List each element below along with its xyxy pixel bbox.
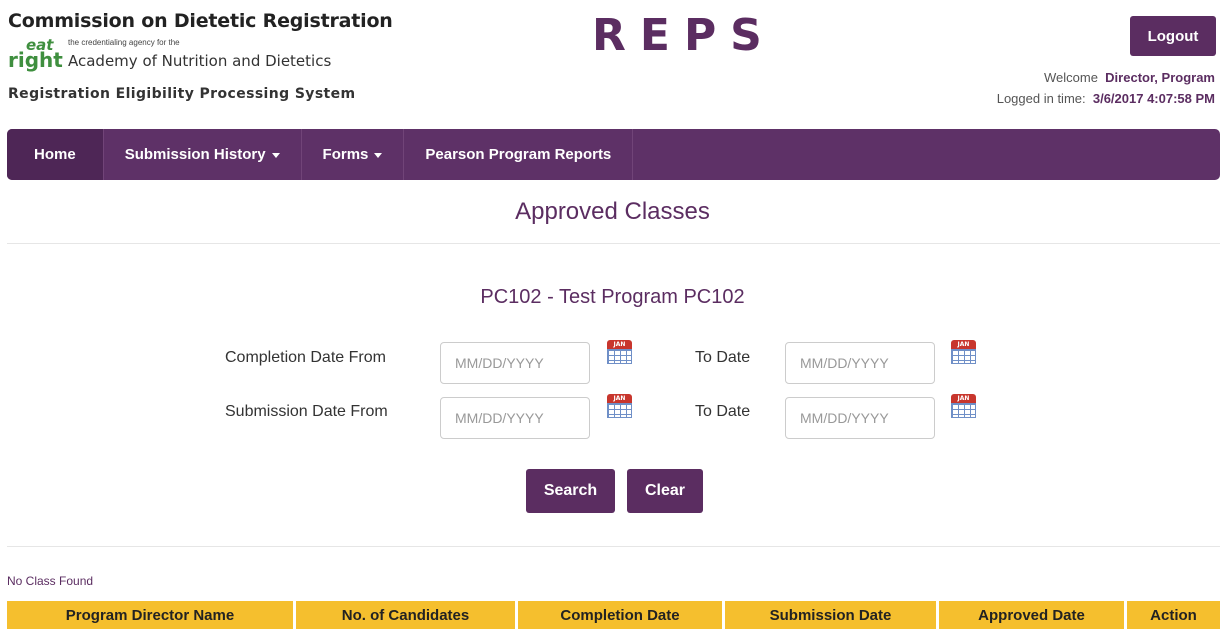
completion-date-from-label: Completion Date From	[225, 349, 386, 366]
caret-down-icon	[374, 153, 383, 158]
submission-date-to-input[interactable]	[785, 397, 935, 439]
eatright-logo: eat right the credentialing agency for t…	[8, 36, 388, 72]
calendar-icon[interactable]: JAN	[951, 340, 976, 364]
main-nav: Home Submission History Forms Pearson Pr…	[7, 129, 1220, 180]
welcome-prefix: Welcome	[1043, 70, 1098, 85]
welcome-text: Welcome Director, Program	[1044, 70, 1215, 85]
column-header-submission-date[interactable]: Submission Date	[725, 601, 939, 629]
nav-home-label: Home	[34, 146, 76, 163]
submission-to-date-label: To Date	[695, 403, 751, 420]
org-title: Commission on Dietetic Registration	[8, 10, 393, 32]
column-header-approved-date[interactable]: Approved Date	[939, 601, 1127, 629]
search-button[interactable]: Search	[526, 469, 615, 513]
calendar-grid	[607, 349, 632, 364]
logo-right-text: right	[8, 48, 63, 72]
calendar-icon[interactable]: JAN	[607, 340, 632, 364]
logo-tagline: the credentialing agency for the	[68, 38, 180, 47]
nav-forms[interactable]: Forms	[302, 129, 405, 180]
calendar-grid	[607, 403, 632, 418]
nav-home[interactable]: Home	[7, 129, 104, 180]
calendar-grid	[951, 403, 976, 418]
calendar-month-text: JAN	[951, 394, 976, 403]
calendar-grid	[951, 349, 976, 364]
divider	[7, 546, 1220, 547]
logo-academy: Academy of Nutrition and Dietetics	[68, 52, 332, 70]
no-class-message: No Class Found	[7, 574, 94, 588]
page-title: Approved Classes	[515, 198, 710, 225]
column-header-completion-date[interactable]: Completion Date	[518, 601, 725, 629]
header: Commission on Dietetic Registration eat …	[0, 0, 1225, 125]
completion-date-to-input[interactable]	[785, 342, 935, 384]
submission-date-from-input[interactable]	[440, 397, 590, 439]
app-title: REPS	[592, 10, 776, 61]
logged-prefix: Logged in time:	[996, 91, 1086, 106]
system-name: Registration Eligibility Processing Syst…	[8, 86, 356, 102]
calendar-month-text: JAN	[607, 394, 632, 403]
calendar-month-text: JAN	[951, 340, 976, 349]
user-name: Director, Program	[1105, 70, 1215, 85]
logout-button[interactable]: Logout	[1130, 16, 1216, 56]
completion-date-from-input[interactable]	[440, 342, 590, 384]
logged-in-time: Logged in time: 3/6/2017 4:07:58 PM	[997, 91, 1215, 106]
column-header-program-director[interactable]: Program Director Name	[7, 601, 296, 629]
logged-time-value: 3/6/2017 4:07:58 PM	[1092, 91, 1215, 106]
caret-down-icon	[271, 153, 280, 158]
column-header-action: Action	[1127, 601, 1220, 629]
submission-date-from-label: Submission Date From	[225, 403, 388, 420]
results-table-header: Program Director Name No. of Candidates …	[7, 601, 1220, 629]
completion-to-date-label: To Date	[695, 349, 751, 366]
nav-pearson-reports-label: Pearson Program Reports	[425, 146, 612, 163]
calendar-month-text: JAN	[607, 340, 632, 349]
column-header-candidates[interactable]: No. of Candidates	[296, 601, 518, 629]
nav-submission-history[interactable]: Submission History	[104, 129, 302, 180]
nav-forms-label: Forms	[322, 146, 369, 163]
clear-button[interactable]: Clear	[627, 469, 703, 513]
nav-submission-history-label: Submission History	[124, 146, 266, 163]
calendar-icon[interactable]: JAN	[607, 394, 632, 418]
program-name: PC102 - Test Program PC102	[480, 286, 745, 308]
calendar-icon[interactable]: JAN	[951, 394, 976, 418]
divider	[7, 243, 1220, 244]
nav-pearson-reports[interactable]: Pearson Program Reports	[404, 129, 634, 180]
